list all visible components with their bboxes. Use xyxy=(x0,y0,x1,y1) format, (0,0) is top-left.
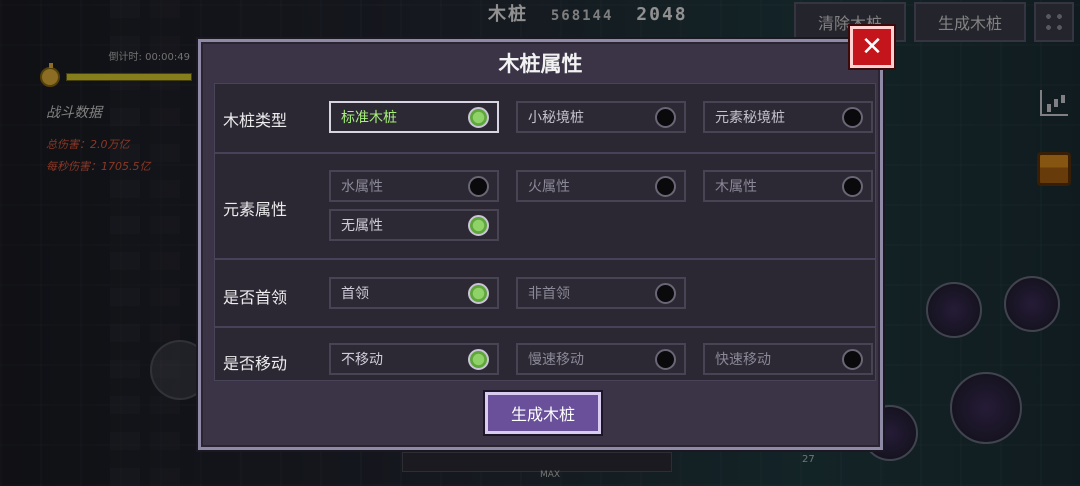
option-boss[interactable]: 首领 xyxy=(329,277,499,309)
options-panel: 木桩类型 标准木桩 小秘境桩 元素秘境桩 元素属性 水属性 火属性 木属性 无属… xyxy=(214,83,876,381)
section-label: 元素属性 xyxy=(223,200,288,219)
option-no-element[interactable]: 无属性 xyxy=(329,209,499,241)
section-label: 是否移动 xyxy=(223,354,288,373)
section-element: 元素属性 水属性 火属性 木属性 无属性 xyxy=(215,154,875,260)
option-label: 不移动 xyxy=(341,352,383,368)
option-label: 火属性 xyxy=(528,179,570,195)
close-button[interactable]: ✕ xyxy=(850,26,894,68)
option-slow-movement[interactable]: 慢速移动 xyxy=(516,343,686,375)
radio-selected-icon xyxy=(468,348,489,370)
option-water[interactable]: 水属性 xyxy=(329,170,499,202)
option-label: 木属性 xyxy=(715,179,757,195)
radio-empty-icon xyxy=(842,348,863,370)
option-non-boss[interactable]: 非首领 xyxy=(516,277,686,309)
generate-dummy-button[interactable]: 生成木桩 xyxy=(485,392,601,434)
radio-empty-icon xyxy=(468,175,489,197)
dummy-attributes-dialog: 木桩属性 木桩类型 标准木桩 小秘境桩 元素秘境桩 元素属性 水属性 火属性 木… xyxy=(198,39,883,450)
option-fast-movement[interactable]: 快速移动 xyxy=(703,343,873,375)
radio-empty-icon xyxy=(655,106,676,128)
option-small-realm-dummy[interactable]: 小秘境桩 xyxy=(516,101,686,133)
option-standard-dummy[interactable]: 标准木桩 xyxy=(329,101,499,133)
option-label: 非首领 xyxy=(528,286,570,302)
option-label: 快速移动 xyxy=(715,352,771,368)
close-icon: ✕ xyxy=(861,32,883,62)
option-label: 标准木桩 xyxy=(341,110,397,126)
section-boss: 是否首领 首领 非首领 xyxy=(215,260,875,328)
radio-empty-icon xyxy=(842,106,863,128)
radio-empty-icon xyxy=(655,282,676,304)
radio-empty-icon xyxy=(655,348,676,370)
radio-selected-icon xyxy=(468,214,489,236)
option-label: 小秘境桩 xyxy=(528,110,584,126)
option-label: 水属性 xyxy=(341,179,383,195)
option-label: 无属性 xyxy=(341,218,383,234)
radio-selected-icon xyxy=(468,106,489,128)
section-label: 木桩类型 xyxy=(223,111,288,130)
option-label: 慢速移动 xyxy=(528,352,584,368)
section-label: 是否首领 xyxy=(223,288,288,307)
option-label: 元素秘境桩 xyxy=(715,110,785,126)
option-label: 首领 xyxy=(341,286,369,302)
section-movement: 是否移动 不移动 慢速移动 快速移动 xyxy=(215,328,875,382)
radio-empty-icon xyxy=(655,175,676,197)
section-dummy-type: 木桩类型 标准木桩 小秘境桩 元素秘境桩 xyxy=(215,84,875,154)
radio-selected-icon xyxy=(468,282,489,304)
dialog-title: 木桩属性 xyxy=(498,52,583,76)
option-no-movement[interactable]: 不移动 xyxy=(329,343,499,375)
radio-empty-icon xyxy=(842,175,863,197)
option-wood[interactable]: 木属性 xyxy=(703,170,873,202)
option-element-realm-dummy[interactable]: 元素秘境桩 xyxy=(703,101,873,133)
option-fire[interactable]: 火属性 xyxy=(516,170,686,202)
